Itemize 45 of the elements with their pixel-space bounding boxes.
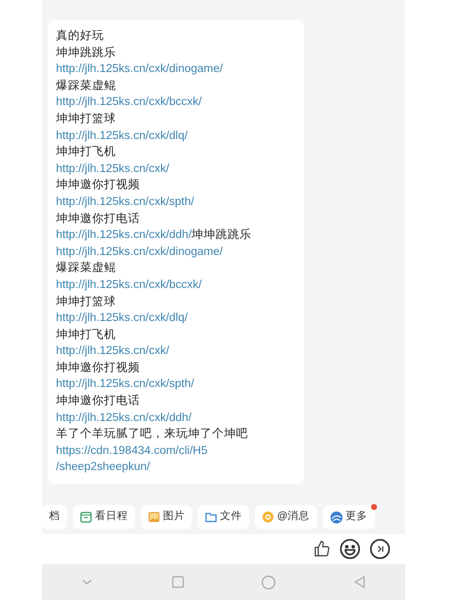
message-link[interactable]: http://jlh.125ks.cn/cxk/ddh/ xyxy=(56,227,192,244)
swirl-icon xyxy=(330,510,343,524)
message-link[interactable]: http://jlh.125ks.cn/cxk/dlq/ xyxy=(56,310,188,327)
message-text: 坤坤打篮球 xyxy=(56,112,116,127)
message-text: 羊了个羊玩腻了吧，来玩坤了个坤吧 xyxy=(56,426,248,442)
message-link[interactable]: http://jlh.125ks.cn/cxk/spth/ xyxy=(56,194,194,211)
message-text: 爆踩菜虚鲲 xyxy=(56,78,116,94)
message-link[interactable]: http://jlh.125ks.cn/cxk/dinogame/ xyxy=(56,244,223,260)
message-link[interactable]: https://cdn.198434.com/cli/H5 xyxy=(56,442,208,460)
message-link[interactable]: http://jlh.125ks.cn/cxk/bccxk/ xyxy=(56,94,202,111)
message-text: 坤坤邀你打电话 xyxy=(56,394,140,410)
message-text: 坤坤邀你打视频 xyxy=(56,360,140,376)
message-text: 坤坤跳跳乐 xyxy=(56,46,116,61)
message-text: 坤坤打篮球 xyxy=(56,294,116,310)
message-text: 坤坤邀你打视频 xyxy=(56,178,140,194)
shortcut-chip[interactable]: 图片 xyxy=(141,505,192,529)
back-triangle-icon[interactable] xyxy=(352,575,367,589)
shortcut-chip[interactable]: 看日程 xyxy=(73,505,135,529)
calendar-icon xyxy=(80,511,92,523)
circle-icon[interactable] xyxy=(369,538,391,560)
image-icon xyxy=(148,511,160,523)
message-link[interactable]: /sheep2sheepkun/ xyxy=(56,459,150,476)
square-icon[interactable] xyxy=(170,575,185,589)
smiley-icon[interactable] xyxy=(339,538,361,560)
message-text: 坤坤打飞机 xyxy=(56,144,116,160)
message-text: 坤坤打飞机 xyxy=(56,328,116,343)
thumbs-up-icon[interactable] xyxy=(313,540,331,558)
message-link[interactable]: http://jlh.125ks.cn/cxk/bccxk/ xyxy=(56,276,202,294)
message-link[interactable]: http://jlh.125ks.cn/cxk/spth/ xyxy=(56,376,194,394)
message-text: 坤坤邀你打电话 xyxy=(56,212,140,227)
message-text: 爆踩菜虚鲲 xyxy=(56,260,116,276)
message-text: 真的好玩 xyxy=(56,28,104,44)
message-link[interactable]: http://jlh.125ks.cn/cxk/dlq/ xyxy=(56,128,188,144)
message-link[interactable]: http://jlh.125ks.cn/cxk/ xyxy=(56,160,170,178)
at-sign-icon xyxy=(262,511,274,523)
home-circle-icon[interactable] xyxy=(261,574,276,590)
shortcut-chip[interactable]: @消息 xyxy=(255,505,317,529)
shortcut-chip[interactable]: 档 xyxy=(42,505,67,529)
message-text: 坤坤跳跳乐 xyxy=(192,228,252,244)
shortcut-chip[interactable]: 更多 xyxy=(322,505,375,529)
shortcut-chip[interactable]: 文件 xyxy=(198,505,249,529)
message-link[interactable]: http://jlh.125ks.cn/cxk/ddh/ xyxy=(56,410,192,426)
message-link[interactable]: http://jlh.125ks.cn/cxk/dinogame/ xyxy=(56,61,223,78)
message-link[interactable]: http://jlh.125ks.cn/cxk/ xyxy=(56,343,170,360)
folder-icon xyxy=(205,511,217,523)
